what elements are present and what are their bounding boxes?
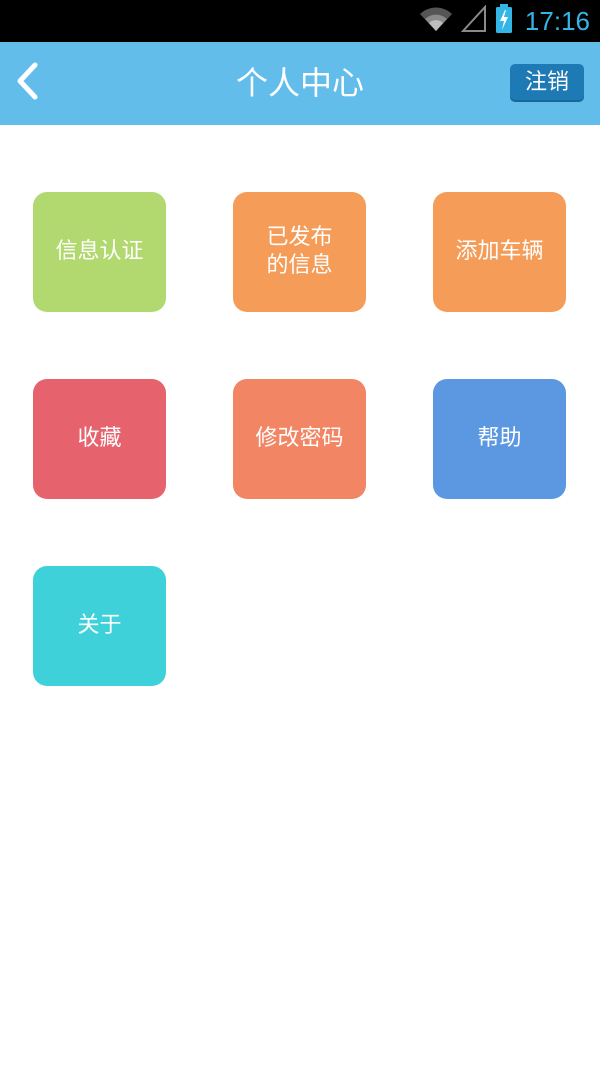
battery-charging-icon xyxy=(495,4,513,38)
logout-button[interactable]: 注销 xyxy=(510,64,584,102)
chevron-left-icon xyxy=(13,62,43,104)
status-bar: 17:16 xyxy=(0,0,600,42)
tile-about[interactable]: 关于 xyxy=(33,566,166,686)
app-bar: 个人中心 注销 xyxy=(0,42,600,125)
back-button[interactable] xyxy=(6,52,50,114)
tile-favorites[interactable]: 收藏 xyxy=(33,379,166,499)
tile-add-vehicle[interactable]: 添加车辆 xyxy=(433,192,566,312)
signal-icon xyxy=(460,4,487,37)
tile-published-info[interactable]: 已发布 的信息 xyxy=(233,192,366,312)
tile-help[interactable]: 帮助 xyxy=(433,379,566,499)
status-icons: 17:16 xyxy=(419,0,590,42)
tile-change-password[interactable]: 修改密码 xyxy=(233,379,366,499)
tile-info-verification[interactable]: 信息认证 xyxy=(33,192,166,312)
wifi-icon xyxy=(419,5,453,37)
status-time: 17:16 xyxy=(524,5,590,36)
